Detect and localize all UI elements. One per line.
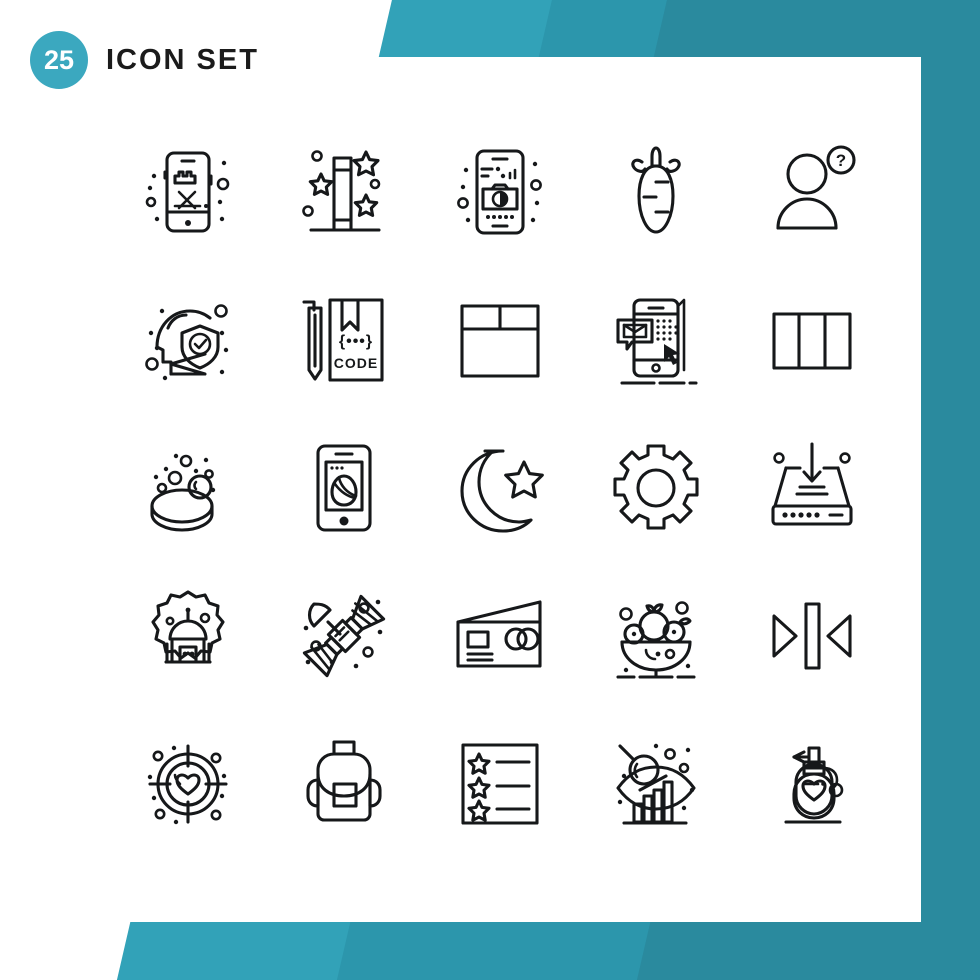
icon-grid: ? {•••} CODE <box>110 118 890 858</box>
layout-grid-icon <box>460 304 540 378</box>
icon-cell-9[interactable] <box>578 266 734 414</box>
icon-cell-21[interactable] <box>110 710 266 858</box>
icon-cell-6[interactable] <box>110 266 266 414</box>
code-braces-label: {•••} <box>339 333 373 350</box>
icon-cell-7[interactable]: {•••} CODE <box>266 266 422 414</box>
icon-cell-16[interactable] <box>110 562 266 710</box>
icon-cell-11[interactable] <box>110 414 266 562</box>
mobile-message-cursor-icon <box>616 298 698 385</box>
icon-cell-22[interactable] <box>266 710 422 858</box>
decorative-strip-right <box>921 0 980 980</box>
soap-bubbles-icon <box>150 453 216 532</box>
heart-target-icon <box>147 744 228 825</box>
icon-cell-5[interactable]: ? <box>734 118 890 266</box>
icon-cell-13[interactable] <box>422 414 578 562</box>
icon-cell-24[interactable] <box>578 710 734 858</box>
mosque-badge-icon <box>151 590 225 664</box>
icon-cell-18[interactable] <box>422 562 578 710</box>
mind-security-shield-icon <box>145 304 229 381</box>
magic-wand-stars-icon <box>302 150 381 232</box>
gear-settings-icon <box>613 444 699 530</box>
icon-cell-1[interactable] <box>110 118 266 266</box>
poster-header: 25 ICON SET <box>30 31 259 89</box>
icon-cell-8[interactable] <box>422 266 578 414</box>
satellite-icon <box>302 594 386 678</box>
favorites-list-icon <box>461 743 539 825</box>
icon-cell-25[interactable] <box>734 710 890 858</box>
icon-cell-14[interactable] <box>578 414 734 562</box>
icon-cell-19[interactable] <box>578 562 734 710</box>
icon-cell-20[interactable] <box>734 562 890 710</box>
user-question-icon: ? <box>776 145 856 230</box>
credit-card-icon <box>456 600 542 668</box>
market-analysis-eye-icon <box>616 743 696 825</box>
scanner-download-icon <box>771 442 853 526</box>
carrot-icon <box>631 146 681 234</box>
icon-cell-4[interactable] <box>578 118 734 266</box>
crescent-moon-star-icon <box>460 449 544 533</box>
code-book-pencil-icon: {•••} CODE <box>302 298 384 382</box>
mobile-camera-icon <box>457 149 542 235</box>
perfume-heart-icon <box>784 746 844 824</box>
icon-cell-3[interactable] <box>422 118 578 266</box>
icon-cell-2[interactable] <box>266 118 422 266</box>
question-mark-label: ? <box>836 151 846 170</box>
three-column-layout-icon <box>772 312 852 370</box>
mobile-egg-icon <box>316 444 372 532</box>
icon-set-poster: 25 ICON SET ? {•••} CODE <box>0 0 980 980</box>
icon-count-badge: 25 <box>30 31 88 89</box>
page-title: ICON SET <box>106 43 259 76</box>
icon-cell-12[interactable] <box>266 414 422 562</box>
code-word-label: CODE <box>334 355 378 371</box>
backpack-icon <box>306 740 382 822</box>
icon-cell-23[interactable] <box>422 710 578 858</box>
collapse-horizontal-icon <box>772 602 852 670</box>
fruit-bowl-icon <box>616 601 696 679</box>
icon-cell-10[interactable] <box>734 266 890 414</box>
mobile-game-puzzle-icon <box>145 151 230 233</box>
icon-cell-15[interactable] <box>734 414 890 562</box>
icon-cell-17[interactable] <box>266 562 422 710</box>
